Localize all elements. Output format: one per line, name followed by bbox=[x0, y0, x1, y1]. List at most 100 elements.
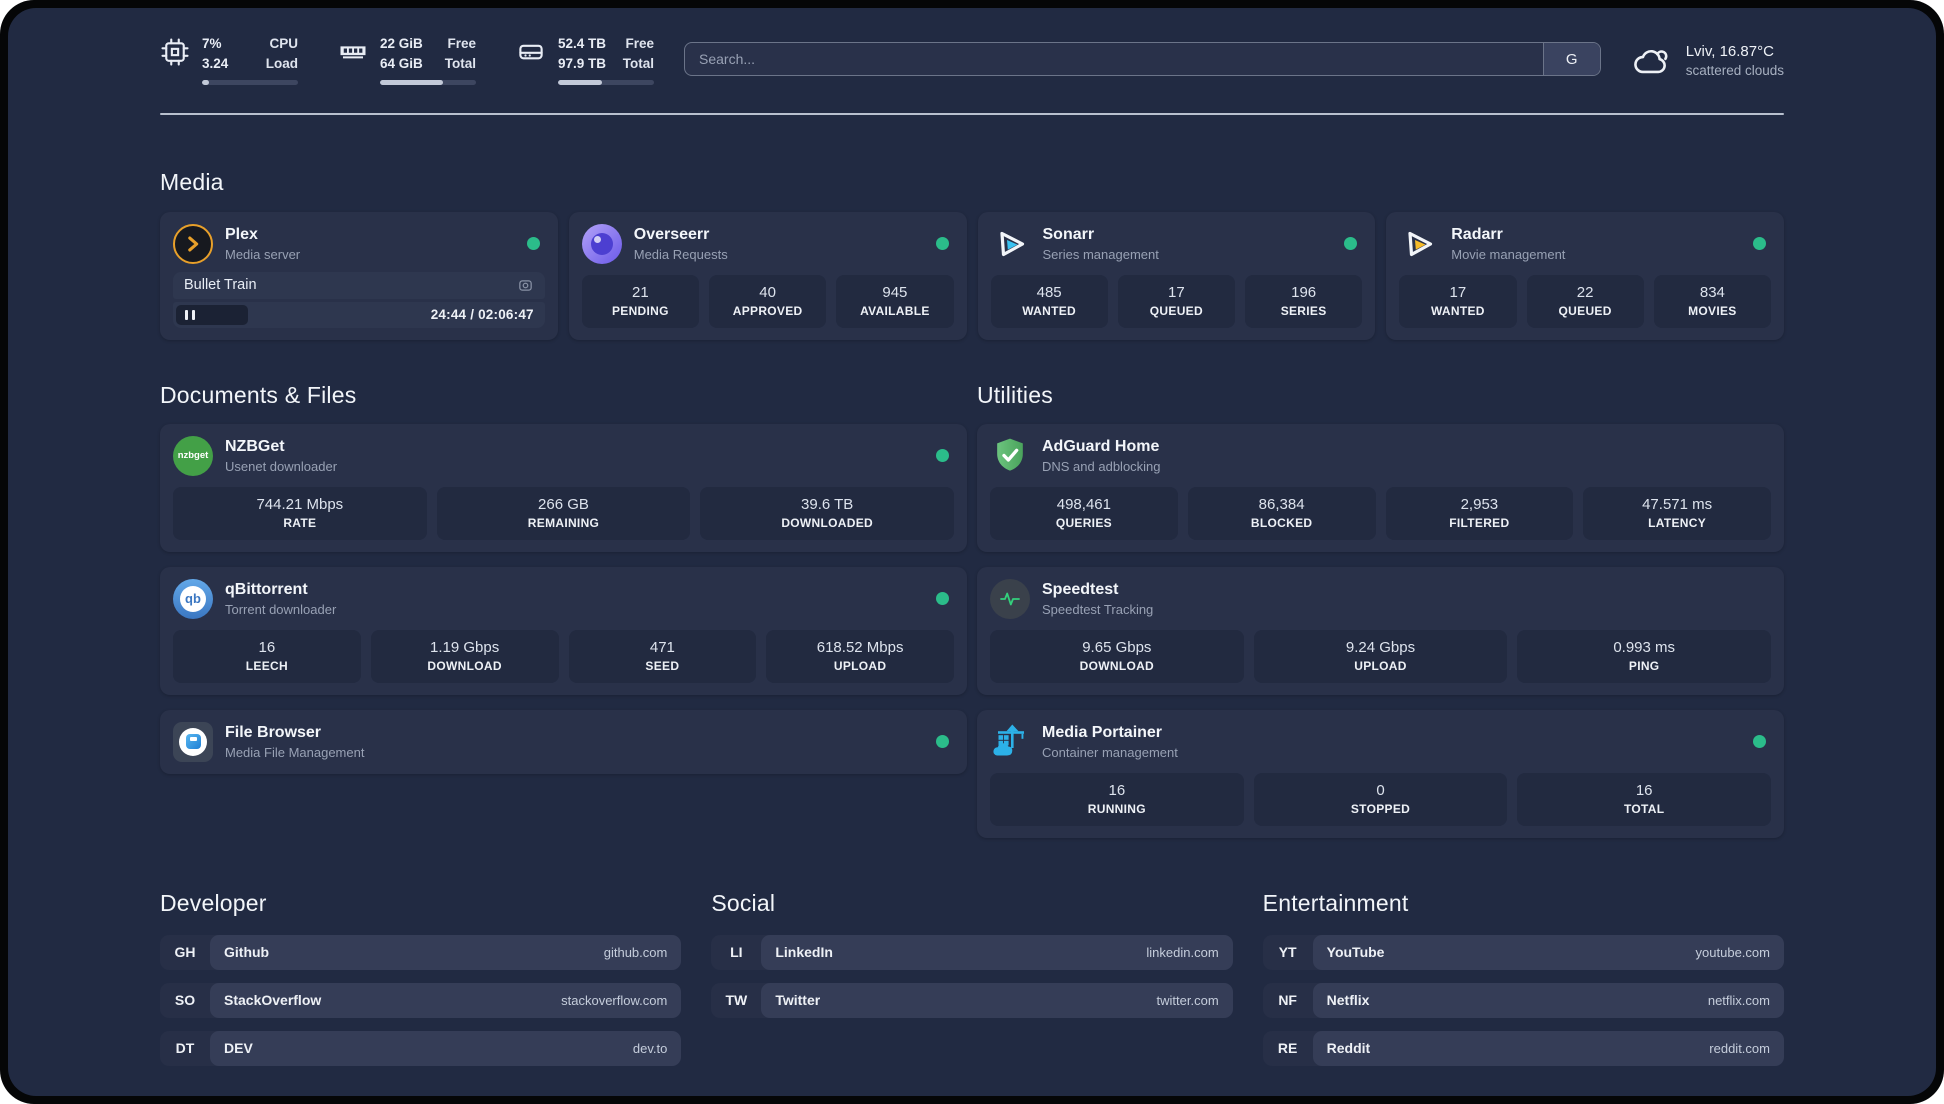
speedtest-icon bbox=[990, 578, 1030, 619]
stat-value: 0 bbox=[1376, 781, 1385, 799]
memory-stat: 22 GiB 64 GiB Free Total bbox=[338, 34, 476, 85]
plex-now-playing: Bullet Train bbox=[173, 271, 545, 299]
app-name: Speedtest bbox=[1042, 580, 1119, 598]
storage-free-value: 52.4 TB bbox=[558, 36, 607, 51]
link-row-twitter[interactable]: TW Twitter twitter.com bbox=[711, 982, 1233, 1018]
search-input[interactable] bbox=[685, 43, 1543, 76]
nzbget-icon: nzbget bbox=[173, 435, 213, 476]
link-abbr: TW bbox=[725, 992, 748, 1008]
link-abbr: DT bbox=[175, 1040, 195, 1056]
portainer-icon bbox=[990, 722, 1030, 762]
link-row-reddit[interactable]: RE Reddit reddit.com bbox=[1262, 1030, 1784, 1066]
stat-value: 834 bbox=[1699, 283, 1725, 301]
overseerr-icon bbox=[581, 223, 622, 264]
status-dot bbox=[936, 735, 949, 748]
link-row-github[interactable]: GH Github github.com bbox=[160, 934, 682, 970]
stat-label: PING bbox=[1628, 658, 1660, 673]
app-card-qbittorrent[interactable]: qb qBittorrent Torrent downloader 16 LEE… bbox=[160, 566, 967, 695]
filebrowser-icon bbox=[173, 721, 213, 762]
status-dot bbox=[1344, 237, 1358, 250]
link-name: DEV bbox=[224, 1040, 253, 1056]
status-dot bbox=[936, 592, 949, 605]
weather-condition: scattered clouds bbox=[1685, 62, 1784, 78]
status-dot bbox=[935, 237, 949, 250]
app-description: Media server bbox=[225, 246, 301, 262]
stat-tile: 618.52 Mbps UPLOAD bbox=[766, 629, 954, 683]
stat-value: 16 bbox=[1108, 781, 1126, 799]
link-row-dev[interactable]: DT DEV dev.to bbox=[160, 1030, 682, 1066]
app-name: NZBGet bbox=[225, 437, 285, 455]
stat-value: 39.6 TB bbox=[801, 495, 854, 513]
stat-tile: 498,461 QUERIES bbox=[990, 486, 1178, 540]
stat-label: MOVIES bbox=[1688, 303, 1737, 318]
app-card-sonarr[interactable]: Sonarr Series management 485 WANTED 17 Q… bbox=[977, 211, 1376, 340]
stat-label: RUNNING bbox=[1087, 801, 1146, 816]
link-name: Reddit bbox=[1326, 1040, 1371, 1056]
app-description: Media File Management bbox=[225, 744, 365, 760]
cpu-label: CPU bbox=[269, 36, 298, 51]
link-row-youtube[interactable]: YT YouTube youtube.com bbox=[1262, 934, 1784, 970]
stat-label: APPROVED bbox=[732, 303, 803, 318]
stat-value: 40 bbox=[759, 283, 776, 301]
app-card-filebrowser[interactable]: File Browser Media File Management bbox=[160, 709, 967, 774]
stat-tile: 22 QUEUED bbox=[1526, 274, 1644, 328]
search-provider-button[interactable]: G bbox=[1542, 43, 1600, 76]
link-abbr: RE bbox=[1277, 1040, 1298, 1056]
app-card-adguard[interactable]: AdGuard Home DNS and adblocking 498,461 … bbox=[977, 423, 1784, 552]
plex-icon bbox=[173, 223, 213, 264]
stat-label: PENDING bbox=[611, 303, 669, 318]
link-abbr: NF bbox=[1278, 992, 1297, 1008]
stat-label: SEED bbox=[645, 658, 680, 673]
stat-tile: 39.6 TB DOWNLOADED bbox=[700, 486, 954, 540]
app-card-nzbget[interactable]: nzbget NZBGet Usenet downloader 744.21 M… bbox=[160, 423, 967, 552]
stat-value: 21 bbox=[632, 283, 649, 301]
stat-value: 16 bbox=[1635, 781, 1653, 799]
link-row-stackoverflow[interactable]: SO StackOverflow stackoverflow.com bbox=[160, 982, 682, 1018]
stat-label: TOTAL bbox=[1623, 801, 1665, 816]
stat-value: 17 bbox=[1449, 283, 1467, 301]
app-card-speedtest[interactable]: Speedtest Speedtest Tracking 9.65 Gbps D… bbox=[977, 566, 1784, 695]
stat-label: AVAILABLE bbox=[860, 303, 930, 318]
stat-label: DOWNLOAD bbox=[1079, 658, 1155, 673]
section-utilities: Utilities AdGuard Home DNS and adblockin… bbox=[977, 382, 1784, 838]
app-card-portainer[interactable]: Media Portainer Container management 16 … bbox=[977, 709, 1784, 838]
pause-icon[interactable] bbox=[185, 309, 195, 320]
memory-free-label: Free bbox=[447, 36, 476, 51]
section-social: Social LI LinkedIn linkedin.com TW Twitt… bbox=[711, 890, 1233, 1018]
link-abbr: YT bbox=[1278, 944, 1297, 960]
link-name: LinkedIn bbox=[775, 944, 833, 960]
memory-progress-fill bbox=[380, 79, 444, 85]
link-abbr: SO bbox=[174, 992, 196, 1008]
section-developer: Developer GH Github github.com SO StackO… bbox=[160, 890, 682, 1066]
stat-tile: 16 TOTAL bbox=[1517, 772, 1771, 826]
status-dot bbox=[1753, 735, 1766, 748]
stat-tile: 485 WANTED bbox=[990, 274, 1108, 328]
stat-tile: 744.21 Mbps RATE bbox=[173, 486, 427, 540]
stat-tile: 17 QUEUED bbox=[1117, 274, 1235, 328]
app-name: AdGuard Home bbox=[1042, 437, 1160, 455]
stat-label: QUEUED bbox=[1149, 303, 1203, 318]
storage-progress-bar bbox=[558, 79, 654, 85]
stat-label: UPLOAD bbox=[1354, 658, 1407, 673]
stat-tile: 0 STOPPED bbox=[1253, 772, 1508, 826]
app-description: Speedtest Tracking bbox=[1042, 601, 1154, 617]
header: 7% 3.24 CPU Load 22 GiB 64 GiB Free Tota… bbox=[160, 34, 1784, 85]
app-card-radarr[interactable]: Radarr Movie management 17 WANTED 22 QUE… bbox=[1386, 211, 1784, 340]
app-card-plex[interactable]: Plex Media server Bullet Train 24:44 / 0… bbox=[160, 211, 558, 340]
memory-free-value: 22 GiB bbox=[380, 36, 423, 51]
cpu-load-value: 3.24 bbox=[202, 56, 229, 72]
stat-tile: 196 SERIES bbox=[1245, 274, 1363, 328]
window-frame: 7% 3.24 CPU Load 22 GiB 64 GiB Free Tota… bbox=[0, 0, 1944, 1104]
memory-total-value: 64 GiB bbox=[380, 56, 423, 72]
ram-icon bbox=[338, 37, 368, 67]
app-card-overseerr[interactable]: Overseerr Media Requests 21 PENDING 40 A… bbox=[568, 211, 967, 340]
link-row-linkedin[interactable]: LI LinkedIn linkedin.com bbox=[711, 934, 1233, 970]
stat-label: REMAINING bbox=[527, 515, 600, 530]
stat-tile: 834 MOVIES bbox=[1653, 274, 1771, 328]
stat-tile: 47.571 ms LATENCY bbox=[1583, 486, 1771, 540]
stat-label: DOWNLOAD bbox=[427, 658, 502, 673]
stat-label: FILTERED bbox=[1449, 515, 1510, 530]
stat-value: 2,953 bbox=[1460, 495, 1499, 513]
link-row-netflix[interactable]: NF Netflix netflix.com bbox=[1262, 982, 1784, 1018]
section-title-documents: Documents & Files bbox=[160, 381, 357, 408]
